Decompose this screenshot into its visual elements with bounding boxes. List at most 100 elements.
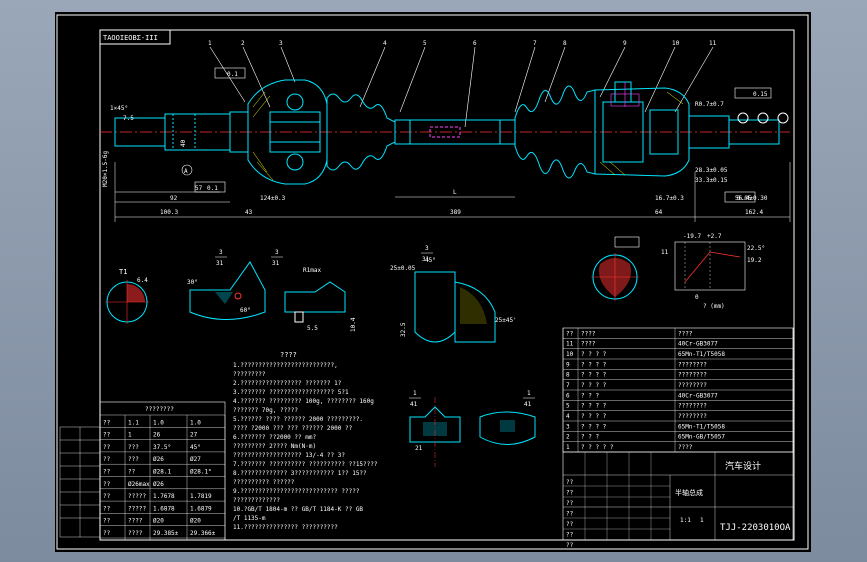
param-cell: ?? <box>103 432 111 439</box>
revision-table <box>59 426 101 538</box>
balloon-label: 8 <box>563 40 567 47</box>
bom-cell: ? ? ? <box>581 392 599 399</box>
note-line: ????????????? <box>233 497 280 504</box>
bom-cell: ? ? ? ? <box>581 403 607 410</box>
main-dimension-labels: 100.3 43 389 64 162.4 92 57 124±0.3 16.7… <box>110 101 768 216</box>
title-block-label: ?? <box>566 490 574 497</box>
note-line: 2.????????????????? ??????? 1? <box>233 380 342 387</box>
scale-den: 41 <box>524 401 532 408</box>
balloon-label: 7 <box>533 40 537 47</box>
right-tripod-joint <box>594 81 690 177</box>
param-cell: Ø27 <box>190 456 201 463</box>
dimension-label: 100.3 <box>160 209 178 216</box>
param-cell: 1.0 <box>190 419 201 426</box>
title-block-labels: ?????????????? <box>566 479 574 549</box>
title-block: ?????????????? 汽车设计 半轴总成 1:1 1 TJJ-22030… <box>562 451 794 549</box>
dimension-label: 33.3±0.15 <box>695 177 728 184</box>
param-cell: 1.6879 <box>190 505 212 512</box>
note-line: ????????? <box>233 371 266 378</box>
balloon-label: 1 <box>208 40 212 47</box>
right-joint-hatch <box>599 91 684 176</box>
param-cell: 1.7819 <box>190 493 212 500</box>
company-name: 汽车设计 <box>725 460 761 472</box>
tolerance-value: 0.05 <box>737 195 752 202</box>
inner-frame <box>99 29 795 541</box>
param-cell: ?? <box>103 469 111 476</box>
dimension-label: 32.5 <box>400 322 407 337</box>
dimension-label: 64 <box>655 209 663 216</box>
note-line: ??????????????????? 13/-4 ?? 3? <box>233 452 345 459</box>
bom-cell: ???????? <box>678 361 707 368</box>
title-block-label: ?? <box>566 500 574 507</box>
balloons: 1 2 3 4 5 6 7 8 9 10 11 <box>208 40 717 47</box>
bom-cell: 1 <box>566 444 570 451</box>
balloon-label: 10 <box>672 40 680 47</box>
param-cell: Ø26max <box>128 481 150 488</box>
thread-label: M20×1.5-6g <box>102 150 109 187</box>
note-line: 9.??????????????????????????? ????? <box>233 488 360 495</box>
bom-cell: 7 <box>566 382 570 389</box>
param-table-title: ???????? <box>145 406 174 413</box>
param-cell: 29.366± <box>190 530 216 537</box>
dimension-label: 5.5 <box>307 325 318 332</box>
graph-zero-label: 0 <box>695 294 699 301</box>
bom-cell: 2 <box>566 434 570 441</box>
param-cell: ??? <box>128 456 139 463</box>
scale-num: 3 <box>275 249 279 256</box>
balloon-label: 2 <box>241 40 245 47</box>
dimension-label: 16.7±0.3 <box>655 195 684 202</box>
drawing-code-top: ΤΑΟΟΙΕΟΒΣ-ΙΙΙ <box>103 34 158 42</box>
bom-cell: ???????? <box>678 403 707 410</box>
param-cell: ?? <box>128 469 136 476</box>
param-cell: Ø20 <box>153 518 164 525</box>
balloon-leaders <box>209 46 714 128</box>
bom-cell: ? ? ? ? <box>581 382 607 389</box>
bom-cell: ? ? ? ? <box>581 351 607 358</box>
note-line: 5.?????? ???? ?????? 2000 ?????????. <box>233 416 363 423</box>
param-cells: ?? 1.1 1.0 1.0?? 1 26 27????? 37.5° 45°????? Ø26 Ø… <box>103 419 216 537</box>
tolerance-values: 0.1 0.1 0.15 0.05 A <box>184 71 768 202</box>
param-cell: ???? <box>128 530 143 537</box>
balloon-label: 5 <box>423 40 427 47</box>
bom-cell: 40Cr-GB3077 <box>678 392 718 399</box>
scale-num: 1 <box>527 390 531 397</box>
scale-value: 1:1 <box>680 517 691 524</box>
note-line: 4.??????? ????????? 100g, ???????? 160g <box>233 398 374 405</box>
dimension-label: 92 <box>170 195 178 202</box>
dimension-label: 28.3±0.05 <box>695 167 728 174</box>
param-cell: 1.1 <box>128 419 139 426</box>
section-dimension: 6.4 <box>137 277 148 284</box>
param-cell: Ø26 <box>153 456 164 463</box>
param-cell: 29.385± <box>153 530 179 537</box>
param-cell: ?? <box>103 419 111 426</box>
dimension-label: 57 <box>195 185 203 192</box>
tolerance-value: 0.15 <box>753 91 768 98</box>
param-cell: ????? <box>128 505 146 512</box>
param-cell: 1.6878 <box>153 505 175 512</box>
dimension-label: 7.5 <box>123 115 134 122</box>
dimension-label: 162.4 <box>745 209 763 216</box>
param-cell: Ø28.1° <box>190 469 212 476</box>
part-name: 半轴总成 <box>675 488 703 497</box>
param-cell: ?? <box>103 481 111 488</box>
bom-cell: 65Mn-T1/T5058 <box>678 423 725 430</box>
angle-label: 30° <box>187 279 198 286</box>
graph-right-label: 22.5° <box>747 245 765 252</box>
parameter-table: ???????? ?? 1.1 1.0 1.0?? 1 26 27????? 37.5° 45°… <box>99 401 226 541</box>
bom-cell: ???????? <box>678 382 707 389</box>
bom-cell: ???????? <box>678 413 707 420</box>
bom-cell: ? ? ? ? ? <box>581 444 614 451</box>
sheet-value: 1 <box>700 517 704 524</box>
note-line: 8.????????????? 3??????????? 1?? 15?? <box>233 470 367 477</box>
datum-label: A <box>184 168 188 175</box>
param-cell: ?? <box>103 530 111 537</box>
bom-cells: ?????? ???? 11???? 40Cr-GB3077 10 ? ? ? ? 65Mn… <box>566 330 725 451</box>
bom-cell: 3 <box>566 423 570 430</box>
bom-cell: 65Mn-GB/T5057 <box>678 434 725 441</box>
dimension-label: 124±0.3 <box>260 195 286 202</box>
section-detail-3: 25±0.05 45° 25±45' 10.4 32.5 3 31 <box>350 245 517 343</box>
bom-cell: ? ? ? ? <box>581 372 607 379</box>
note-line: 7.??????? ?????????? ?????????? ??15???? <box>233 461 378 468</box>
section-detail-6: 1 41 <box>479 390 536 445</box>
viewport: ΤΑΟΟΙΕΟΒΣ-ΙΙΙ 1 2 3 4 5 6 7 8 9 10 11 10… <box>0 0 867 562</box>
